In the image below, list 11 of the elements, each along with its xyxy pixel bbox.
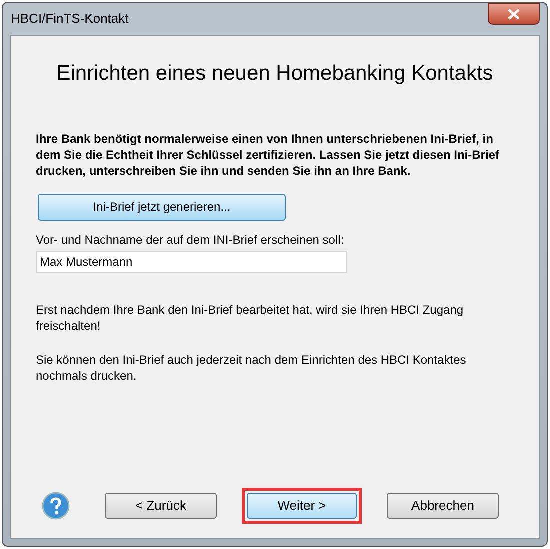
note-text: Sie können den Ini-Brief auch jederzeit nach dem Einrichten des HBCI Kontaktes nochmals drucken. — [36, 352, 468, 384]
dialog-button[interactable]: Weiter > — [247, 493, 357, 519]
dialog-heading: Einrichten eines neuen Homebanking Kontakts — [56, 61, 494, 87]
note-text: Erst nachdem Ihre Bank den Ini-Brief bearbeitet hat, wird sie Ihren HBCI Zugang freischalten! — [36, 302, 465, 334]
intro-text: Ihre Bank benötigt normalerweise einen von Ihnen unterschriebenen Ini-Brief, in dem Sie die Echtheit Ihrer Schlüssel zertifizieren. Lassen Sie jetzt diesen Ini-Brief drucken, unterschreiben Sie ihn und senden Sie ihn an Ihre Bank. — [36, 130, 500, 178]
dialog-button[interactable]: < Zurück — [105, 493, 217, 519]
name-field[interactable]: Max Mustermann — [36, 250, 347, 272]
window-title: HBCI/FinTS-Kontakt — [10, 10, 129, 28]
field-label: Vor- und Nachname der auf dem INI-Brief erscheinen soll: — [36, 232, 346, 248]
dialog-button[interactable]: Abbrechen — [387, 493, 499, 519]
generate-button[interactable]: Ini-Brief jetzt generieren... — [38, 194, 286, 220]
